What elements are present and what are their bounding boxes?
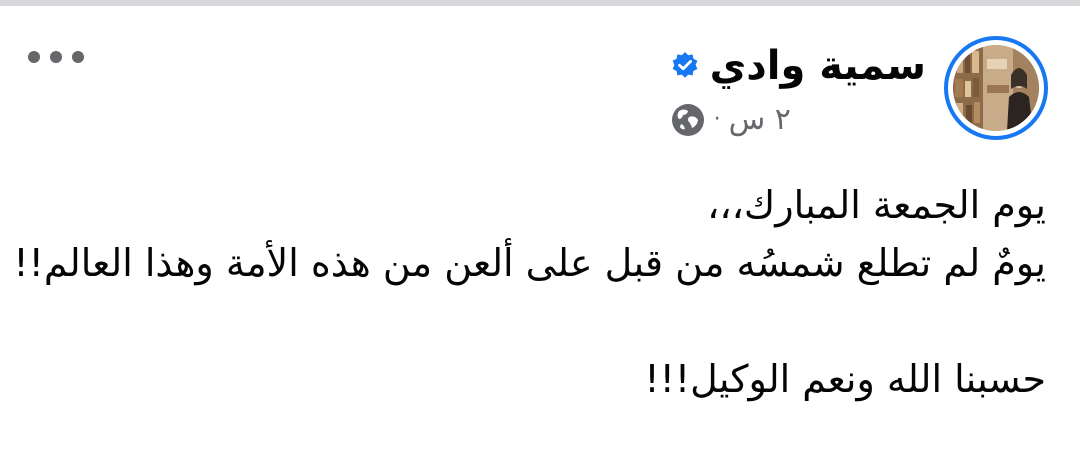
top-divider (0, 0, 1080, 6)
post-card: سمية وادي ٢ س · يوم الجمعة المبارك،،، يو… (0, 0, 1080, 453)
post-meta: سمية وادي ٢ س · (670, 40, 926, 138)
more-options-icon (28, 51, 40, 63)
verified-badge-icon (670, 51, 700, 81)
post-line-blank (36, 292, 1046, 350)
post-timestamp[interactable]: ٢ س (729, 102, 791, 138)
more-options-button[interactable] (28, 42, 84, 72)
post-line: يومٌ لم تطلع شمسُه من قبل على ألعن من هذ… (13, 241, 1046, 285)
separator-dot: · (713, 107, 721, 132)
post-header: سمية وادي ٢ س · (670, 36, 1048, 140)
avatar[interactable] (944, 36, 1048, 140)
more-options-icon-dot (72, 51, 84, 63)
post-line: يوم الجمعة المبارك،،، (707, 183, 1046, 227)
post-line: حسبنا الله ونعم الوكيل!!! (644, 357, 1046, 401)
author-row: سمية وادي (670, 40, 926, 92)
post-text: يوم الجمعة المبارك،،، يومٌ لم تطلع شمسُه… (13, 176, 1046, 408)
post-time-row: ٢ س · (670, 102, 791, 138)
globe-icon[interactable] (670, 102, 706, 138)
avatar-image (953, 45, 1039, 131)
more-options-icon-dot (50, 51, 62, 63)
author-name[interactable]: سمية وادي (710, 40, 926, 92)
